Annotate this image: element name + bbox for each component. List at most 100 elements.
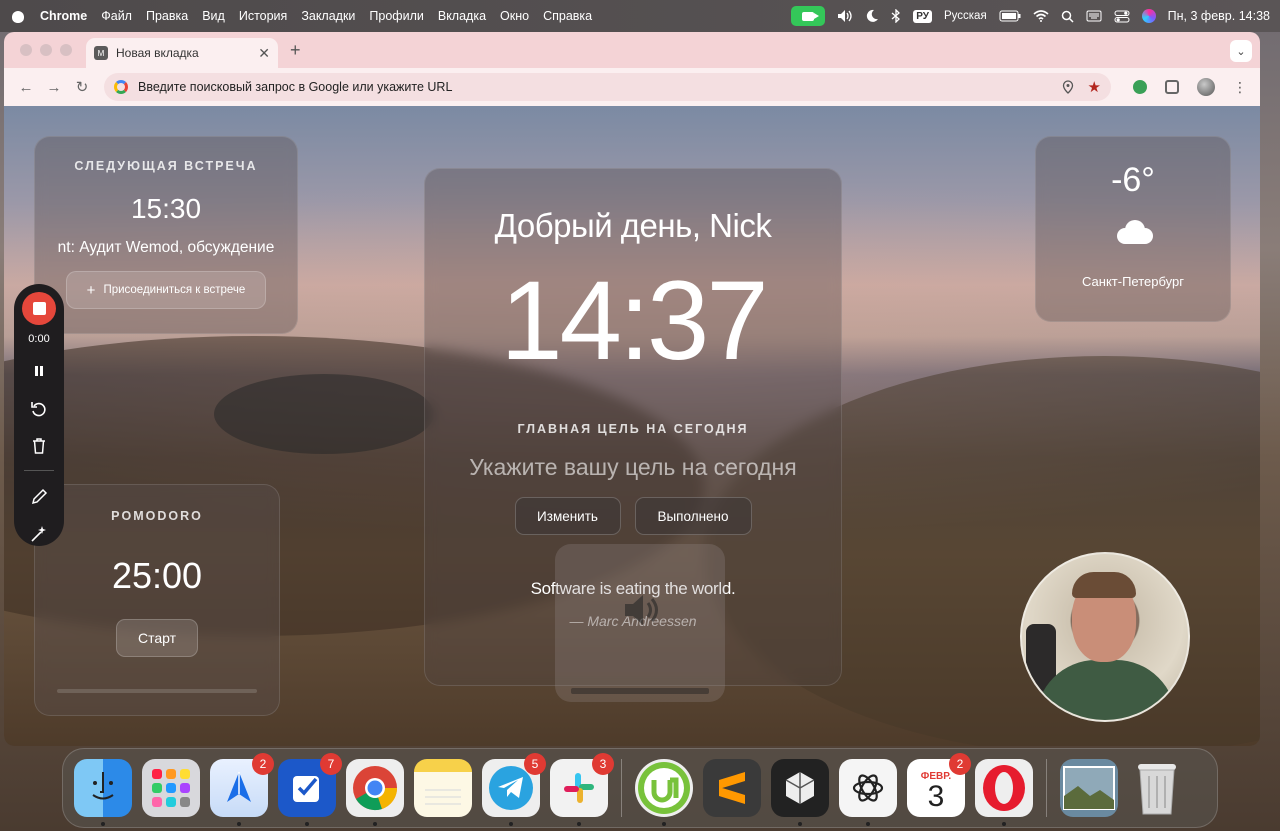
- back-arrow-icon[interactable]: ←: [12, 79, 40, 96]
- tab-favicon: M: [94, 46, 108, 60]
- slack-badge: 3: [592, 753, 614, 775]
- weather-city: Санкт-Петербург: [1082, 274, 1184, 289]
- webcam-person-hair: [1072, 572, 1136, 598]
- address-placeholder[interactable]: Введите поисковый запрос в Google или ук…: [138, 80, 1048, 94]
- greeting: Добрый день, Nick: [494, 207, 772, 244]
- restart-icon[interactable]: [27, 397, 51, 421]
- menu-history[interactable]: История: [239, 9, 287, 23]
- input-source-badge[interactable]: РУ: [913, 9, 932, 23]
- tab-new-tab[interactable]: M Новая вкладка ✕: [86, 38, 278, 68]
- window-controls: [20, 44, 72, 56]
- sublime-icon: [719, 772, 745, 804]
- siri-icon[interactable]: [1141, 9, 1156, 23]
- menu-view[interactable]: Вид: [202, 9, 225, 23]
- goal-input[interactable]: Укажите вашу цель на сегодня: [425, 454, 841, 481]
- tab-search-chevron-icon[interactable]: ⌄: [1230, 40, 1252, 62]
- edit-goal-button[interactable]: Изменить: [514, 497, 621, 536]
- complete-goal-button[interactable]: Выполнено: [634, 497, 752, 536]
- location-pin-icon[interactable]: [1062, 80, 1074, 94]
- input-source-label[interactable]: Русская: [944, 10, 987, 22]
- extension-green-icon[interactable]: [1133, 80, 1147, 94]
- dock-spark-mail[interactable]: 2: [210, 753, 274, 826]
- recording-elapsed-time: 0:00: [28, 333, 50, 346]
- bluetooth-icon[interactable]: [891, 9, 901, 23]
- calendar-badge: 2: [949, 753, 971, 775]
- close-tab-icon[interactable]: ✕: [258, 45, 270, 62]
- menu-window[interactable]: Окно: [500, 9, 529, 23]
- trash-can-icon: [1138, 764, 1176, 815]
- spotlight-search-icon[interactable]: [1061, 10, 1074, 23]
- magic-wand-icon[interactable]: [27, 522, 51, 546]
- pomodoro-label: POMODORO: [111, 509, 203, 523]
- pencil-icon[interactable]: [27, 485, 51, 509]
- running-indicator: [305, 822, 309, 826]
- stop-icon: [32, 302, 46, 316]
- trash-icon[interactable]: [27, 434, 51, 458]
- more-menu-icon[interactable]: ⋮: [1233, 79, 1247, 96]
- extensions-puzzle-icon[interactable]: [1165, 80, 1179, 94]
- menu-help[interactable]: Справка: [543, 9, 592, 23]
- dock-notes[interactable]: [414, 759, 472, 817]
- apple-menu-icon[interactable]: [10, 8, 26, 24]
- minimize-window-button[interactable]: [40, 44, 52, 56]
- battery-icon[interactable]: [999, 10, 1021, 22]
- weather-card: -6° Санкт-Петербург: [1035, 136, 1231, 322]
- dock-slack[interactable]: 3: [550, 753, 614, 826]
- menu-bookmarks[interactable]: Закладки: [301, 9, 355, 23]
- dock-cube-app[interactable]: [771, 759, 829, 826]
- dock-launchpad[interactable]: [142, 759, 200, 817]
- dock-opera[interactable]: [975, 759, 1033, 826]
- webcam-overlay[interactable]: [1020, 552, 1190, 722]
- dock-trash[interactable]: [1128, 759, 1186, 817]
- profile-avatar[interactable]: [1197, 78, 1215, 96]
- speaker-volume-icon: [625, 595, 658, 625]
- dock-utorrent[interactable]: [635, 759, 693, 826]
- paper-plane-icon: [227, 772, 251, 802]
- menu-tab[interactable]: Вкладка: [438, 9, 486, 23]
- wifi-icon[interactable]: [1033, 10, 1049, 22]
- screen-recorder-toolbar: 0:00: [14, 284, 64, 546]
- pomodoro-progress-bar: [57, 689, 257, 693]
- dock-sublime-text[interactable]: [703, 759, 761, 817]
- bookmark-star-icon[interactable]: ★: [1088, 78, 1101, 96]
- menu-file[interactable]: Файл: [101, 9, 132, 23]
- meeting-title: nt: Аудит Wemod, обсуждение: [57, 239, 275, 256]
- menubar-clock[interactable]: Пн, 3 февр. 14:38: [1168, 9, 1270, 23]
- volume-icon[interactable]: [837, 9, 853, 23]
- keyboard-icon[interactable]: [1086, 10, 1102, 22]
- dock-finder[interactable]: [74, 759, 132, 826]
- menu-profiles[interactable]: Профили: [369, 9, 423, 23]
- pause-icon[interactable]: [27, 359, 51, 383]
- control-center-icon[interactable]: [1114, 10, 1130, 23]
- dock-things[interactable]: 7: [278, 753, 342, 826]
- close-window-button[interactable]: [20, 44, 32, 56]
- dock-telegram[interactable]: 5: [482, 753, 546, 826]
- next-meeting-card: СЛЕДУЮЩАЯ ВСТРЕЧА 15:30 nt: Аудит Wemod,…: [34, 136, 298, 334]
- tab-title: Новая вкладка: [116, 46, 199, 60]
- menu-edit[interactable]: Правка: [146, 9, 188, 23]
- chrome-icon: [353, 766, 398, 811]
- running-indicator: [866, 822, 870, 826]
- join-meeting-button[interactable]: + Присоединиться к встрече: [66, 271, 266, 309]
- zoom-window-button[interactable]: [60, 44, 72, 56]
- dock-chrome[interactable]: [346, 759, 404, 826]
- menu-bar: Chrome Файл Правка Вид История Закладки …: [0, 0, 1280, 32]
- running-indicator: [237, 822, 241, 826]
- menu-app-name[interactable]: Chrome: [40, 9, 87, 23]
- stop-recording-button[interactable]: [22, 292, 56, 326]
- meeting-time: 15:30: [130, 193, 202, 224]
- reload-icon[interactable]: ↻: [68, 78, 96, 96]
- dock-calendar[interactable]: ФЕВР. 3 2: [907, 753, 971, 817]
- dock-downloads-stack[interactable]: [1060, 759, 1118, 817]
- pomodoro-start-button[interactable]: Старт: [116, 619, 198, 657]
- join-meeting-label: Присоединиться к встрече: [103, 284, 246, 296]
- facetime-camera-icon[interactable]: [791, 6, 826, 26]
- focus-moon-icon[interactable]: [865, 9, 879, 23]
- dock-chatgpt[interactable]: [839, 759, 897, 826]
- running-indicator: [1002, 822, 1006, 826]
- address-bar[interactable]: Введите поисковый запрос в Google или ук…: [104, 73, 1111, 101]
- forward-arrow-icon[interactable]: →: [40, 79, 68, 96]
- openai-icon: [852, 774, 884, 802]
- plus-icon: +: [86, 281, 96, 299]
- new-tab-plus-icon[interactable]: +: [290, 40, 301, 61]
